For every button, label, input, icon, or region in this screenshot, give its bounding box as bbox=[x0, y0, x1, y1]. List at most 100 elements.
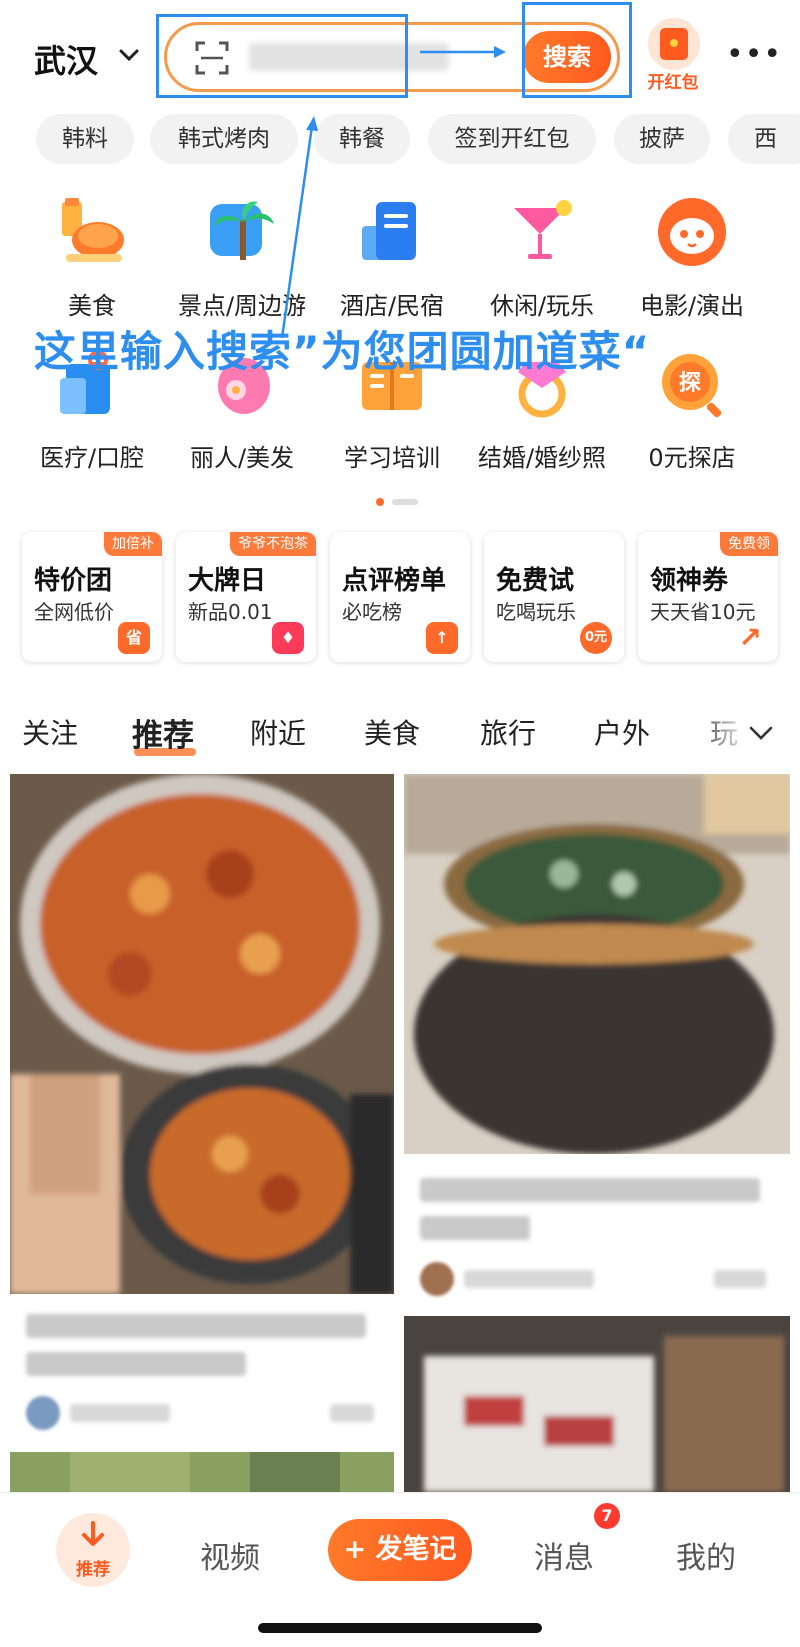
nav-messages[interactable]: 消息 bbox=[534, 1533, 594, 1577]
promo-badge: 爷爷不泡茶 bbox=[230, 532, 316, 556]
like-count-blurred[interactable] bbox=[330, 1404, 374, 1422]
more-icon[interactable]: ••• bbox=[726, 40, 781, 70]
category-label: 休闲/玩乐 bbox=[489, 292, 595, 320]
zero-yuan-icon: 0元 bbox=[580, 622, 612, 654]
page-dot bbox=[392, 499, 418, 505]
food-icon bbox=[62, 198, 124, 262]
feed-card[interactable] bbox=[10, 774, 394, 1444]
promo-card-free-trial[interactable]: 免费试 吃喝玩乐 0元 bbox=[484, 532, 624, 662]
promo-title: 免费试 bbox=[496, 566, 575, 596]
category-label: 电影/演出 bbox=[639, 292, 745, 320]
like-count-blurred[interactable] bbox=[714, 1270, 766, 1288]
restaurant-photo bbox=[404, 1316, 790, 1492]
messages-badge: 7 bbox=[594, 1503, 620, 1529]
category-scenic[interactable]: 景点/周边游 bbox=[167, 196, 317, 321]
category-hotel[interactable]: 酒店/民宿 bbox=[317, 196, 467, 321]
food-photo bbox=[10, 774, 394, 1294]
post-title-blurred bbox=[26, 1314, 366, 1338]
hongbao-label: 开红包 bbox=[647, 73, 699, 93]
nav-recommend[interactable]: 推荐 bbox=[56, 1513, 130, 1587]
category-label: 景点/周边游 bbox=[177, 292, 307, 320]
category-label: 结婚/婚纱照 bbox=[477, 444, 607, 472]
tab-outdoor[interactable]: 户外 bbox=[594, 712, 650, 752]
promo-subtitle: 吃喝玩乐 bbox=[496, 600, 576, 624]
nav-recommend-label: 推荐 bbox=[76, 1560, 110, 1580]
arrow-up-right-icon: ↗ bbox=[738, 621, 762, 654]
feed-tab-bar: 关注 推荐 附近 美食 旅行 户外 玩 bbox=[0, 706, 800, 762]
category-movie[interactable]: 电影/演出 bbox=[617, 196, 767, 321]
chip-0[interactable]: 韩料 bbox=[36, 114, 134, 164]
tab-food[interactable]: 美食 bbox=[364, 712, 420, 752]
city-selector[interactable]: 武汉 bbox=[34, 36, 98, 82]
annotation-box-search-input bbox=[156, 14, 408, 98]
red-envelope-icon bbox=[660, 28, 688, 60]
hotel-icon bbox=[362, 202, 416, 260]
promo-title: 大牌日 bbox=[188, 566, 267, 596]
cocktail-icon bbox=[514, 200, 572, 259]
bottom-nav: 推荐 视频 + 发笔记 消息 7 我的 bbox=[0, 1492, 800, 1647]
promo-card-coupon[interactable]: 免费领 领神券 天天省10元 ↗ bbox=[638, 532, 778, 662]
post-title-blurred bbox=[420, 1216, 530, 1240]
chip-2[interactable]: 韩餐 bbox=[314, 114, 410, 164]
nav-video[interactable]: 视频 bbox=[200, 1533, 260, 1577]
home-indicator bbox=[258, 1623, 542, 1633]
feed-card[interactable] bbox=[404, 1316, 790, 1492]
annotation-box-search-button bbox=[522, 2, 632, 98]
promo-badge: 免费领 bbox=[720, 532, 778, 556]
page-dot-active bbox=[376, 498, 384, 506]
feed-card[interactable] bbox=[404, 774, 790, 1304]
post-title-blurred bbox=[420, 1178, 760, 1202]
palm-tree-icon bbox=[210, 201, 274, 260]
save-badge-icon: 省 bbox=[118, 622, 150, 654]
hongbao-button[interactable]: 开红包 bbox=[640, 18, 706, 93]
promo-badge: 加倍补 bbox=[104, 532, 162, 556]
tab-nearby[interactable]: 附近 bbox=[250, 712, 306, 752]
promo-card-ranking[interactable]: 点评榜单 必吃榜 ↑ bbox=[330, 532, 470, 662]
tab-travel[interactable]: 旅行 bbox=[480, 712, 536, 752]
promo-card-special[interactable]: 加倍补 特价团 全网低价 省 bbox=[22, 532, 162, 662]
calendar-icon: ♦ bbox=[272, 622, 304, 654]
chip-5[interactable]: 西 bbox=[728, 114, 800, 164]
svg-text:探: 探 bbox=[679, 370, 701, 396]
annotation-caption: 这里输入搜索”为您团圆加道菜“ bbox=[34, 327, 651, 376]
promo-subtitle: 新品0.01 bbox=[188, 600, 273, 624]
food-photo bbox=[10, 1452, 394, 1492]
ranking-arrow-icon: ↑ bbox=[426, 622, 458, 654]
food-photo bbox=[404, 774, 790, 1154]
nav-profile[interactable]: 我的 bbox=[676, 1533, 736, 1577]
feed-card[interactable] bbox=[10, 1452, 394, 1492]
chip-3[interactable]: 签到开红包 bbox=[428, 114, 596, 164]
chip-1[interactable]: 韩式烤肉 bbox=[150, 114, 298, 164]
quick-search-chips: 韩料 韩式烤肉 韩餐 签到开红包 披萨 西 bbox=[0, 114, 800, 166]
author-name-blurred bbox=[70, 1404, 170, 1422]
tab-fade bbox=[690, 706, 800, 762]
chevron-down-icon[interactable] bbox=[118, 44, 140, 66]
tab-follow[interactable]: 关注 bbox=[22, 712, 78, 752]
post-note-button[interactable]: + 发笔记 bbox=[328, 1519, 472, 1581]
promo-title: 领神券 bbox=[650, 566, 729, 596]
category-label: 美食 bbox=[68, 292, 116, 320]
explore-icon: 探 bbox=[662, 354, 722, 418]
category-label: 学习培训 bbox=[344, 444, 440, 472]
category-leisure[interactable]: 休闲/玩乐 bbox=[467, 196, 617, 321]
category-food[interactable]: 美食 bbox=[17, 196, 167, 321]
category-label: 丽人/美发 bbox=[189, 444, 295, 472]
page-indicator bbox=[376, 498, 426, 506]
promo-title: 特价团 bbox=[34, 566, 113, 596]
post-title-blurred bbox=[26, 1352, 246, 1376]
avatar bbox=[420, 1262, 454, 1296]
avatar bbox=[26, 1396, 60, 1430]
promo-subtitle: 全网低价 bbox=[34, 600, 114, 624]
chip-4[interactable]: 披萨 bbox=[614, 114, 710, 164]
category-label: 酒店/民宿 bbox=[339, 292, 445, 320]
promo-subtitle: 必吃榜 bbox=[342, 600, 402, 624]
arrow-down-icon bbox=[82, 1521, 104, 1546]
category-label: 医疗/口腔 bbox=[39, 444, 145, 472]
promo-card-brand-day[interactable]: 爷爷不泡茶 大牌日 新品0.01 ♦ bbox=[176, 532, 316, 662]
promo-title: 点评榜单 bbox=[342, 566, 447, 596]
cat-face-icon bbox=[658, 198, 726, 266]
chevron-down-icon[interactable] bbox=[748, 724, 774, 742]
author-name-blurred bbox=[464, 1270, 594, 1288]
category-label: 0元探店 bbox=[648, 444, 736, 472]
tab-recommend[interactable]: 推荐 bbox=[132, 710, 194, 755]
